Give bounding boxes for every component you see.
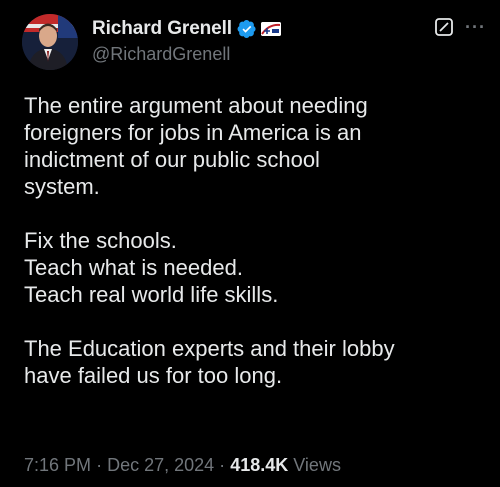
timestamp-time[interactable]: 7:16 PM xyxy=(24,455,91,475)
name-row: Richard Grenell xyxy=(92,16,281,42)
tweet-meta: 7:16 PM · Dec 27, 2024 · 418.4K Views xyxy=(24,455,341,476)
text-line: The Education experts and their lobby xyxy=(24,336,395,361)
meta-separator: · xyxy=(219,455,226,475)
handle[interactable]: @RichardGrenell xyxy=(92,44,281,65)
text-line: foreigners for jobs in America is an xyxy=(24,120,362,145)
tweet-text: The entire argument about needing foreig… xyxy=(24,92,484,389)
avatar[interactable] xyxy=(22,14,78,70)
top-actions: ··· xyxy=(435,18,486,36)
display-name[interactable]: Richard Grenell xyxy=(92,18,232,40)
avatar-image xyxy=(22,14,78,70)
text-line: Fix the schools. xyxy=(24,228,177,253)
meta-separator: · xyxy=(96,455,103,475)
tweet: Richard Grenell @RichardGrenell ··· The … xyxy=(0,0,500,487)
paragraph-3: The Education experts and their lobby ha… xyxy=(24,335,484,389)
views-count: 418.4K xyxy=(230,455,289,475)
text-line: system. xyxy=(24,174,100,199)
tweet-header: Richard Grenell @RichardGrenell xyxy=(92,16,281,65)
verified-check-icon[interactable] xyxy=(237,19,257,39)
timestamp-date[interactable]: Dec 27, 2024 xyxy=(107,455,214,475)
text-line: Teach real world life skills. xyxy=(24,282,279,307)
affiliate-logo-icon[interactable] xyxy=(261,22,281,36)
views-label: Views xyxy=(293,455,341,475)
text-line: Teach what is needed. xyxy=(24,255,243,280)
grok-icon[interactable] xyxy=(435,18,453,36)
text-line: indictment of our public school xyxy=(24,147,320,172)
text-line: have failed us for too long. xyxy=(24,363,283,388)
paragraph-2: Fix the schools. Teach what is needed. T… xyxy=(24,227,484,308)
text-line: The entire argument about needing xyxy=(24,93,368,118)
more-icon[interactable]: ··· xyxy=(465,18,486,36)
paragraph-1: The entire argument about needing foreig… xyxy=(24,92,484,200)
